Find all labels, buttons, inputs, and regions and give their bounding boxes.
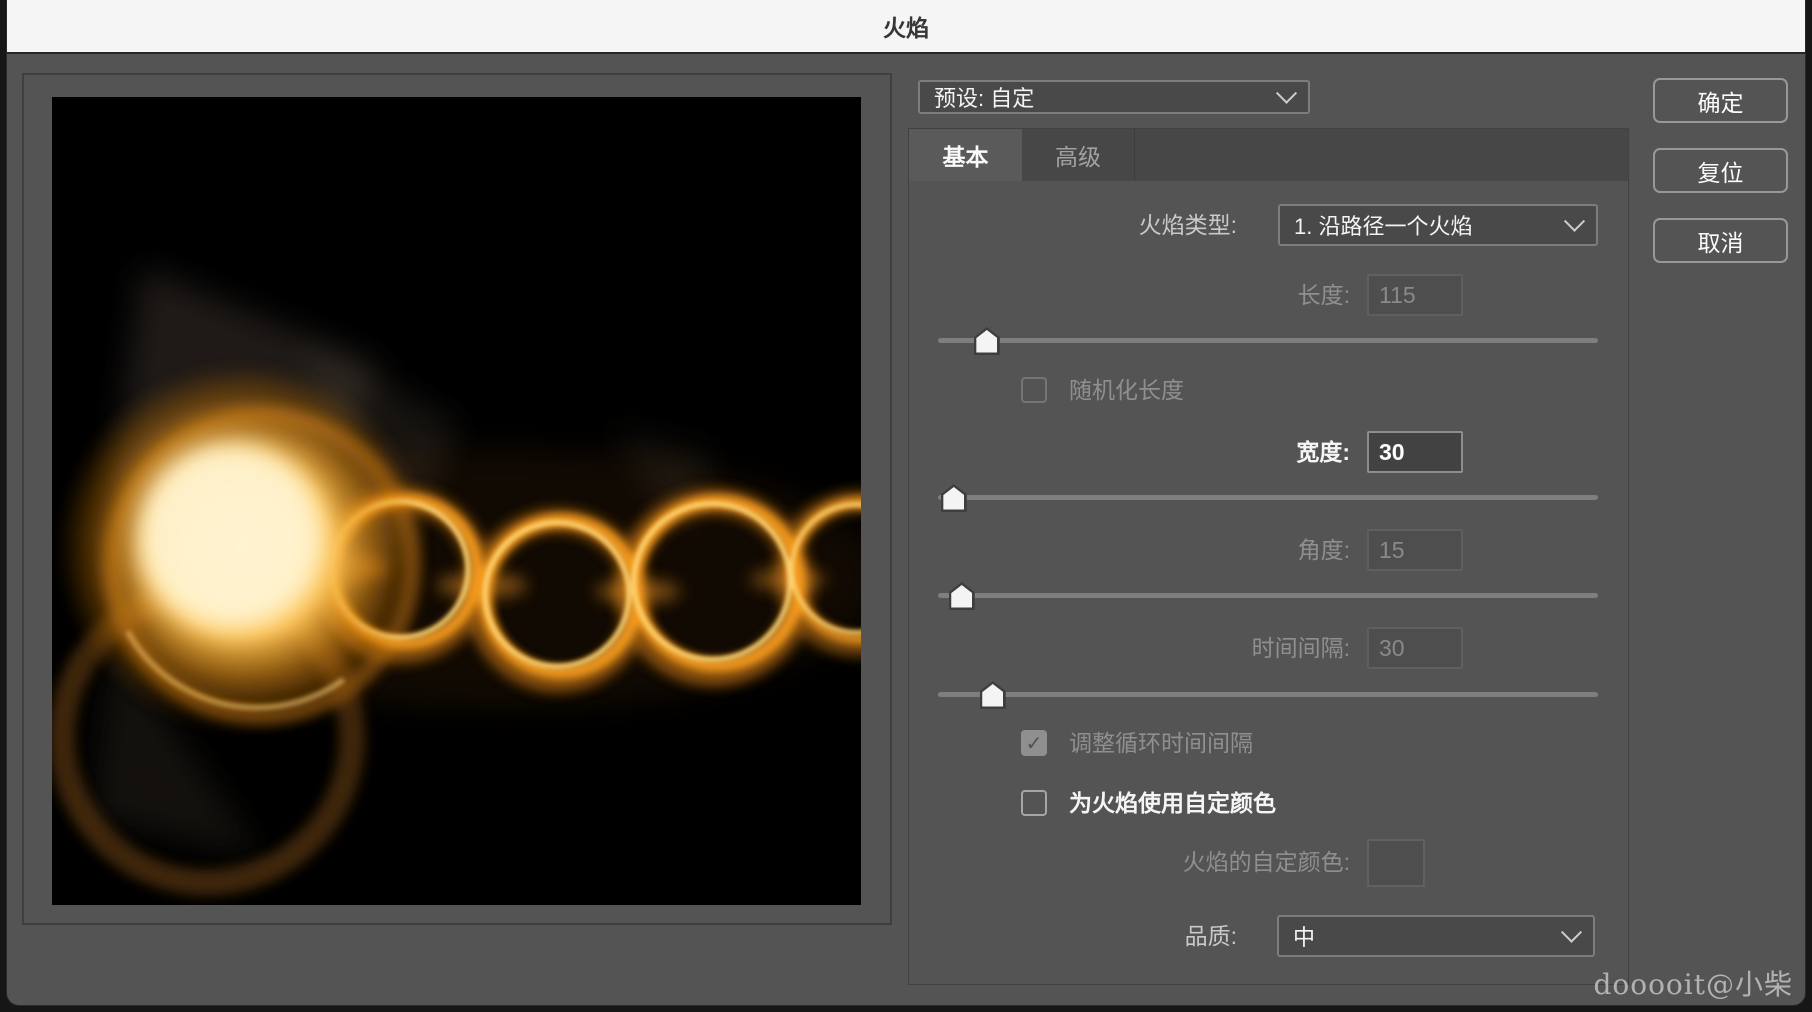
cancel-button[interactable]: 取消 (1653, 218, 1788, 263)
interval-input[interactable] (1367, 627, 1463, 669)
quality-value: 中 (1293, 920, 1315, 952)
length-slider[interactable] (938, 326, 1598, 356)
length-label: 长度: (1147, 281, 1350, 309)
slider-thumb[interactable] (974, 327, 1000, 355)
preset-select-value: 预设: 自定 (934, 81, 1034, 113)
flame-type-label: 火焰类型: (987, 211, 1237, 239)
slider-thumb[interactable] (980, 681, 1006, 709)
adjust-interval-label: 调整循环时间间隔 (1069, 729, 1253, 757)
title-bar: 火焰 (7, 0, 1805, 54)
adjust-interval-checkbox[interactable]: ✓ (1021, 730, 1047, 756)
preset-select[interactable]: 预设: 自定 (918, 80, 1310, 114)
reset-button[interactable]: 复位 (1653, 148, 1788, 193)
slider-track (938, 495, 1598, 500)
flame-color-swatch[interactable] (1367, 839, 1425, 887)
slider-track (938, 593, 1598, 598)
flame-preview-canvas (52, 97, 861, 905)
chevron-down-icon (1564, 210, 1585, 231)
quality-label: 品质: (1037, 922, 1237, 950)
randomize-length-label: 随机化长度 (1069, 376, 1184, 404)
randomize-length-checkbox[interactable] (1021, 377, 1047, 403)
width-slider[interactable] (938, 483, 1598, 513)
slider-track (938, 338, 1598, 343)
flame-dialog-window: 火焰 (7, 0, 1805, 1005)
ok-button[interactable]: 确定 (1653, 78, 1788, 123)
flame-custom-color-label: 火焰的自定颜色: (1047, 848, 1350, 876)
check-icon: ✓ (1026, 731, 1043, 756)
width-input[interactable] (1367, 431, 1463, 473)
use-custom-color-checkbox[interactable] (1021, 790, 1047, 816)
watermark: dooooit@小柴 (1593, 963, 1793, 1003)
flame-type-value: 1. 沿路径一个火焰 (1294, 209, 1472, 241)
angle-label: 角度: (1147, 536, 1350, 564)
angle-input[interactable] (1367, 529, 1463, 571)
flame-preview-graphic (52, 97, 861, 905)
chevron-down-icon (1561, 921, 1582, 942)
angle-slider[interactable] (938, 581, 1598, 611)
length-input[interactable] (1367, 274, 1463, 316)
interval-slider[interactable] (938, 680, 1598, 710)
chevron-down-icon (1276, 82, 1297, 103)
slider-track (938, 692, 1598, 697)
interval-label: 时间间隔: (1097, 634, 1350, 662)
slider-thumb[interactable] (949, 582, 975, 610)
width-label: 宽度: (1147, 438, 1350, 466)
dialog-title: 火焰 (883, 9, 929, 43)
flame-type-select[interactable]: 1. 沿路径一个火焰 (1278, 204, 1598, 246)
quality-select[interactable]: 中 (1277, 915, 1595, 957)
slider-thumb[interactable] (941, 484, 967, 512)
use-custom-color-label: 为火焰使用自定颜色 (1069, 789, 1276, 817)
